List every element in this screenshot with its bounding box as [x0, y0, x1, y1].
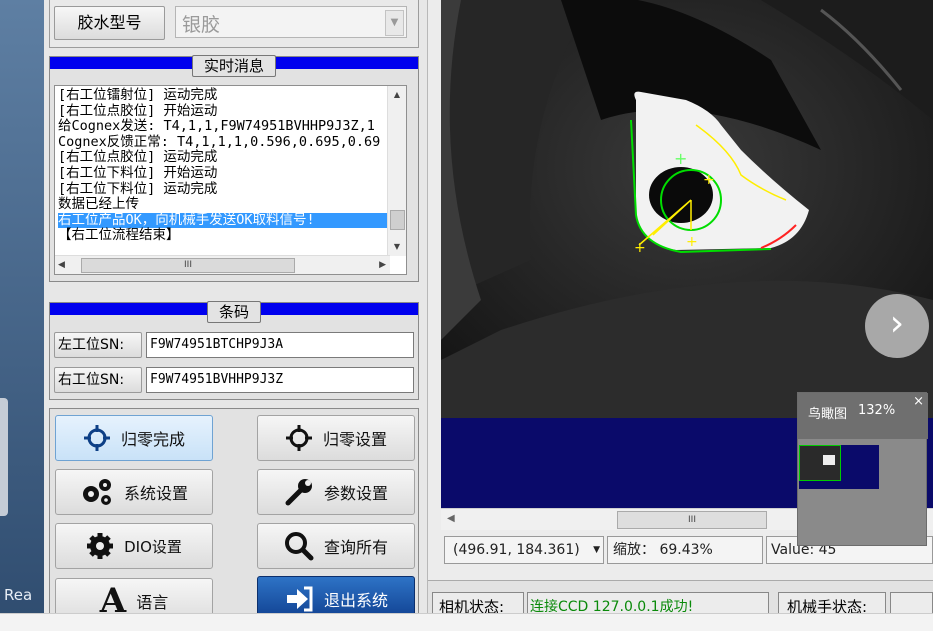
message-line[interactable]: [右工位下料位] 开始运动: [58, 165, 388, 182]
param-settings-label: 参数设置: [323, 484, 388, 503]
wrench-icon: [285, 479, 312, 506]
left-sn-field[interactable]: F9W74951BTCHP9J3A: [146, 332, 414, 358]
chevron-down-icon[interactable]: ▼: [593, 537, 600, 563]
home-done-button[interactable]: 归零完成: [55, 415, 213, 461]
messages-vscroll[interactable]: ▲ ▼: [387, 86, 406, 256]
hscroll-grip: III: [184, 260, 192, 270]
search-icon: [284, 532, 314, 561]
viewer-hscroll-thumb[interactable]: III: [617, 511, 767, 529]
scroll-right-icon[interactable]: ▶: [379, 256, 386, 274]
desktop-left-text: Rea: [4, 586, 33, 604]
system-settings-label: 系统设置: [123, 484, 188, 503]
overview-thumbnail[interactable]: [799, 445, 879, 489]
dio-settings-button[interactable]: DIO设置: [55, 523, 213, 569]
home-settings-button[interactable]: 归零设置: [257, 415, 415, 461]
crosshair-icon: [83, 425, 110, 451]
home-settings-label: 归零设置: [322, 430, 387, 449]
message-line[interactable]: 数据已经上传: [58, 197, 388, 213]
messages-lines: [右工位镭射位] 运动完成 [右工位点胶位] 开始运动 给Cognex发送: T4,…: [58, 87, 388, 244]
svg-text:+: +: [634, 240, 646, 256]
zoom-readout: 缩放： 69.43%: [607, 536, 763, 564]
viewer-hscroll-grip: III: [688, 515, 696, 525]
gears-icon: [82, 479, 111, 505]
right-sn-label: 右工位SN:: [54, 367, 142, 393]
hscroll-thumb[interactable]: III: [81, 258, 295, 273]
svg-text:+: +: [674, 149, 687, 168]
scroll-left-icon[interactable]: ◀: [447, 513, 455, 524]
scroll-up-icon[interactable]: ▲: [388, 86, 406, 104]
message-line[interactable]: 右工位产品OK，向机械手发送OK取料信号!: [58, 212, 388, 229]
home-done-label: 归零完成: [120, 430, 185, 449]
coords-text: (496.91, 184.361): [453, 542, 580, 558]
scroll-down-icon[interactable]: ▼: [388, 238, 406, 256]
close-icon[interactable]: ×: [913, 394, 924, 409]
message-line[interactable]: [右工位点胶位] 开始运动: [58, 103, 388, 120]
dio-settings-label: DIO设置: [124, 537, 182, 556]
chevron-right-icon: ›: [889, 303, 905, 344]
glue-type-select[interactable]: 银胶 ▼: [175, 6, 407, 38]
desktop-left-panel: [0, 398, 8, 516]
chevron-down-icon[interactable]: ▼: [385, 10, 404, 36]
left-sn-label: 左工位SN:: [54, 332, 142, 358]
overview-zoom: 132%: [858, 403, 896, 418]
messages-list[interactable]: [右工位镭射位] 运动完成 [右工位点胶位] 开始运动 给Cognex发送: T4,…: [54, 85, 407, 275]
glue-type-value: 银胶: [182, 14, 221, 36]
system-settings-button[interactable]: 系统设置: [55, 469, 213, 515]
language-label: 语言: [136, 593, 169, 612]
overview-title: 鸟瞰图: [808, 407, 848, 422]
svg-text:+: +: [703, 172, 715, 188]
query-all-label: 查询所有: [323, 538, 388, 557]
message-line[interactable]: [右工位下料位] 运动完成: [58, 181, 388, 198]
message-line[interactable]: 给Cognex发送: T4,1,1,F9W74951BVHHP9J3Z,1: [58, 119, 388, 135]
camera-image: + + + +: [441, 0, 933, 418]
coords-readout[interactable]: (496.91, 184.361) ▼: [444, 536, 604, 564]
overview-thumb-shape: [823, 455, 835, 465]
svg-text:+: +: [686, 234, 698, 250]
desktop-left-strip: [0, 0, 44, 631]
message-line[interactable]: [右工位点胶位] 运动完成: [58, 150, 388, 166]
exit-icon: [286, 586, 313, 612]
glue-type-label: 胶水型号: [54, 6, 165, 40]
overview-panel[interactable]: 鸟瞰图 132% ×: [797, 392, 928, 546]
param-settings-button[interactable]: 参数设置: [257, 469, 415, 515]
barcode-title: 条码: [207, 301, 261, 323]
exit-system-label: 退出系统: [323, 591, 388, 610]
query-all-button[interactable]: 查询所有: [257, 523, 415, 569]
message-line[interactable]: 【右工位流程结束】: [58, 228, 388, 244]
messages-hscroll[interactable]: ◀ III ▶: [55, 255, 390, 274]
next-image-button[interactable]: ›: [865, 294, 929, 358]
taskbar-strip: [0, 613, 933, 631]
vscroll-thumb[interactable]: [390, 210, 405, 230]
scroll-left-icon[interactable]: ◀: [58, 256, 65, 274]
overview-header: 鸟瞰图 132% ×: [798, 393, 928, 439]
gear-icon: [87, 533, 114, 559]
messages-title: 实时消息: [192, 55, 276, 77]
right-sn-field[interactable]: F9W74951BVHHP9J3Z: [146, 367, 414, 393]
message-line[interactable]: [右工位镭射位] 运动完成: [58, 87, 388, 104]
crosshair-icon: [285, 425, 312, 451]
